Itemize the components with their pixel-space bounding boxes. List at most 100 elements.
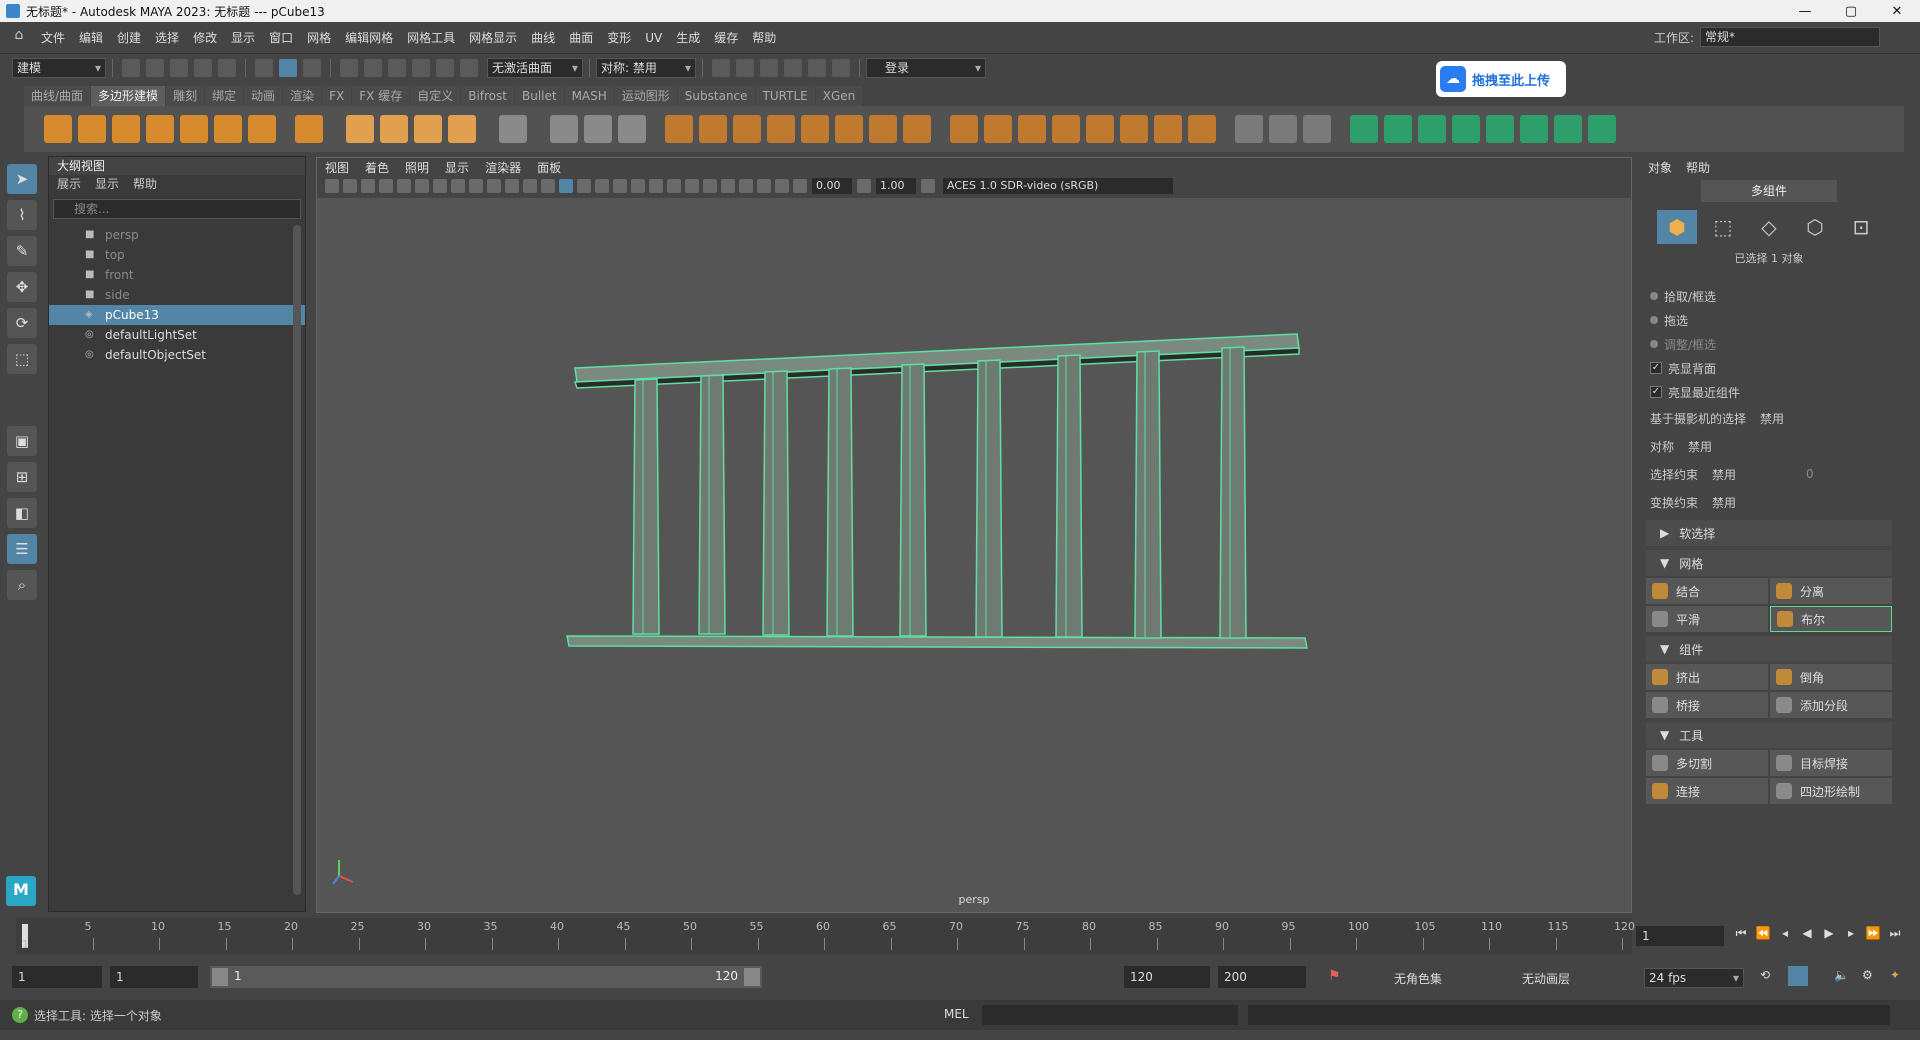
menu-create[interactable]: 创建 xyxy=(110,29,148,46)
menu-mesh-display[interactable]: 网格显示 xyxy=(462,29,524,46)
outliner-search-input[interactable]: 搜索... xyxy=(53,199,301,219)
shelf-tab-curves[interactable]: 曲线/曲面 xyxy=(24,86,91,106)
poly-cube-icon[interactable] xyxy=(78,115,106,143)
auto-key-icon[interactable]: ⚑ xyxy=(1328,968,1341,984)
menu-display[interactable]: 显示 xyxy=(224,29,262,46)
paint-select-icon[interactable]: ✎ xyxy=(7,236,37,266)
textured-icon[interactable] xyxy=(613,179,627,193)
snap-view-plane-icon[interactable] xyxy=(436,59,454,77)
live-surface-dropdown[interactable]: 无激活曲面 xyxy=(487,58,583,78)
cache-playback-icon[interactable] xyxy=(1788,966,1808,986)
boolean-button[interactable]: 布尔 xyxy=(1770,606,1892,632)
collapse-icon[interactable] xyxy=(1120,115,1148,143)
hypershade-icon[interactable] xyxy=(808,59,826,77)
viewport-menu-renderer[interactable]: 渲染器 xyxy=(485,159,521,176)
toolkit-menu-object[interactable]: 对象 xyxy=(1648,159,1672,176)
face-mode-icon[interactable]: ⬡ xyxy=(1795,210,1835,244)
viewport-menu-panels[interactable]: 面板 xyxy=(537,159,561,176)
poly-plane-icon[interactable] xyxy=(214,115,242,143)
vertex-mode-icon[interactable]: ⬚ xyxy=(1703,210,1743,244)
render-settings-icon[interactable] xyxy=(784,59,802,77)
fps-dropdown[interactable]: 24 fps xyxy=(1644,968,1744,988)
type-tool-icon[interactable] xyxy=(414,115,442,143)
new-scene-icon[interactable] xyxy=(122,59,140,77)
outliner-item-top[interactable]: ■ top xyxy=(49,245,305,265)
ipr-render-icon[interactable] xyxy=(760,59,778,77)
sweep-mesh-icon[interactable] xyxy=(380,115,408,143)
shelf-tab-rendering[interactable]: 渲染 xyxy=(283,86,322,106)
range-slider[interactable]: 1 120 xyxy=(210,966,762,988)
symmetry-dropdown[interactable]: 对称: 禁用 xyxy=(596,58,696,78)
connect-icon[interactable] xyxy=(1018,115,1046,143)
isolate-select-icon[interactable] xyxy=(739,179,753,193)
image-plane-icon[interactable] xyxy=(379,179,393,193)
safe-action-icon[interactable] xyxy=(523,179,537,193)
side-tabs-strip[interactable] xyxy=(1902,156,1920,456)
outliner-menu-show[interactable]: 展示 xyxy=(57,175,81,193)
exposure-field[interactable]: 0.00 xyxy=(812,178,852,194)
poly-sphere-icon[interactable] xyxy=(44,115,72,143)
shelf-tab-mash[interactable]: MASH xyxy=(564,86,614,106)
transform-constraint-row[interactable]: 变换约束 禁用 xyxy=(1638,488,1900,516)
upload-widget[interactable]: ☁ 拖拽至此上传 xyxy=(1436,61,1566,97)
uv-editor-icon[interactable] xyxy=(1350,115,1378,143)
components-section-header[interactable]: ▼ 组件 xyxy=(1646,636,1892,662)
pause-render-icon[interactable] xyxy=(832,59,850,77)
xray-icon[interactable] xyxy=(757,179,771,193)
option-drag[interactable]: 拖选 xyxy=(1638,308,1900,332)
fill-hole-icon[interactable] xyxy=(869,115,897,143)
default-material-icon[interactable] xyxy=(577,179,591,193)
ambient-occlusion-icon[interactable] xyxy=(667,179,681,193)
poke-icon[interactable] xyxy=(1154,115,1182,143)
menu-file[interactable]: 文件 xyxy=(34,29,72,46)
extrude-icon[interactable] xyxy=(733,115,761,143)
color-management-icon[interactable] xyxy=(921,179,935,193)
shelf-tab-sculpting[interactable]: 雕刻 xyxy=(166,86,205,106)
outliner-item-front[interactable]: ■ front xyxy=(49,265,305,285)
step-back-frame-icon[interactable]: ◂ xyxy=(1774,926,1796,946)
go-to-end-icon[interactable]: ⏭ xyxy=(1884,926,1906,946)
cylindrical-map-icon[interactable] xyxy=(1418,115,1446,143)
wedge-icon[interactable] xyxy=(1188,115,1216,143)
outliner-item-side[interactable]: ■ side xyxy=(49,285,305,305)
menu-deform[interactable]: 变形 xyxy=(600,29,638,46)
combine-button[interactable]: 结合 xyxy=(1646,578,1768,604)
play-forward-icon[interactable]: ▶ xyxy=(1818,926,1840,946)
step-forward-frame-icon[interactable]: ▸ xyxy=(1840,926,1862,946)
shelf-tab-rigging[interactable]: 绑定 xyxy=(205,86,244,106)
2d-pan-zoom-icon[interactable] xyxy=(397,179,411,193)
knife-icon[interactable] xyxy=(1235,115,1263,143)
select-component-icon[interactable] xyxy=(303,59,321,77)
anim-start-field[interactable]: 1 xyxy=(12,966,102,988)
automatic-map-icon[interactable] xyxy=(1452,115,1480,143)
shelf-tab-turtle[interactable]: TURTLE xyxy=(755,86,815,106)
tools-section-header[interactable]: ▼ 工具 xyxy=(1646,722,1892,748)
select-constraint-row[interactable]: 选择约束 禁用 0 xyxy=(1638,460,1900,488)
menu-curves[interactable]: 曲线 xyxy=(524,29,562,46)
unfold-icon[interactable] xyxy=(1486,115,1514,143)
poly-cylinder-icon[interactable] xyxy=(112,115,140,143)
shelf-tab-bifrost[interactable]: Bifrost xyxy=(461,86,514,106)
symmetry-row[interactable]: 对称 禁用 xyxy=(1638,432,1900,460)
menu-modify[interactable]: 修改 xyxy=(186,29,224,46)
undo-icon[interactable] xyxy=(194,59,212,77)
menu-help[interactable]: 帮助 xyxy=(745,29,783,46)
wireframe-on-shaded-icon[interactable] xyxy=(595,179,609,193)
outliner-item-default-light-set[interactable]: ◎ defaultLightSet xyxy=(49,325,305,345)
command-input[interactable] xyxy=(982,1005,1238,1025)
extrude-button[interactable]: 挤出 xyxy=(1646,664,1768,690)
cut-uv-icon[interactable] xyxy=(1554,115,1582,143)
offset-edge-icon[interactable] xyxy=(1303,115,1331,143)
multi-cut-button[interactable]: 多切割 xyxy=(1646,750,1768,776)
outliner-menu-help[interactable]: 帮助 xyxy=(133,175,157,193)
object-mode-icon[interactable]: ⬢ xyxy=(1657,210,1697,244)
single-perspective-layout-icon[interactable]: ▣ xyxy=(7,426,37,456)
home-icon[interactable]: ⌂ xyxy=(8,27,30,49)
3d-viewport[interactable]: persp xyxy=(317,198,1631,912)
outliner-layout-icon[interactable]: ☰ xyxy=(7,534,37,564)
xray-joints-icon[interactable] xyxy=(775,179,789,193)
color-space-dropdown[interactable]: ACES 1.0 SDR-video (sRGB) xyxy=(943,178,1173,194)
anim-layer-dropdown[interactable]: 无动画层 xyxy=(1522,970,1570,987)
toolkit-menu-help[interactable]: 帮助 xyxy=(1686,159,1710,176)
poly-disc-icon[interactable] xyxy=(248,115,276,143)
